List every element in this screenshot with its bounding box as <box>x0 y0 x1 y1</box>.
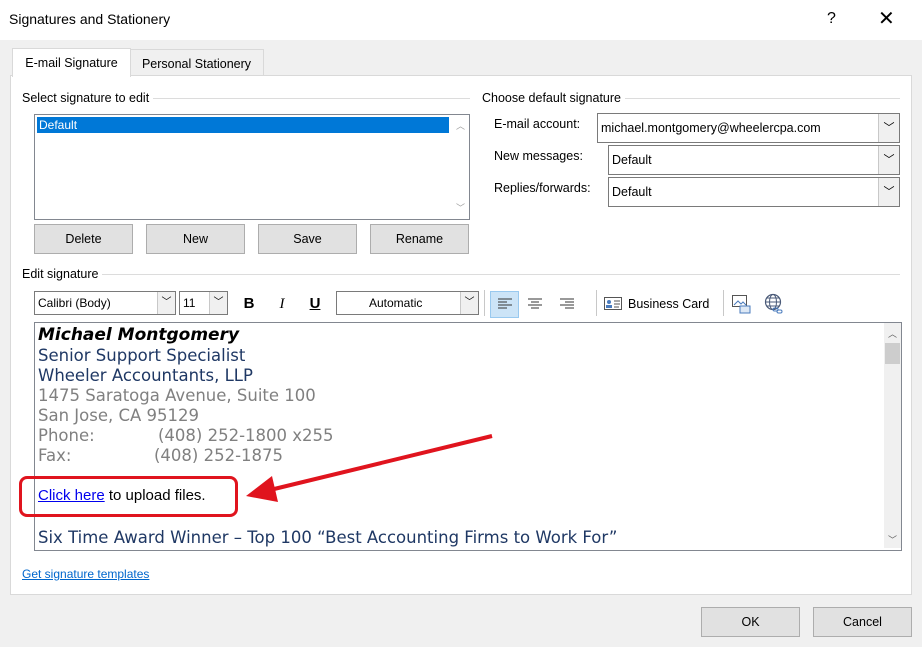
signature-company: Wheeler Accountants, LLP <box>38 366 253 385</box>
align-right-button[interactable] <box>554 292 580 316</box>
signature-title: Senior Support Specialist <box>38 346 246 365</box>
toolbar-separator <box>484 290 485 316</box>
signature-name: Michael Montgomery <box>38 325 240 345</box>
italic-button[interactable]: I <box>269 292 295 316</box>
window-title: Signatures and Stationery <box>9 11 171 27</box>
rename-button[interactable]: Rename <box>370 224 469 254</box>
toolbar-separator <box>723 290 724 316</box>
insert-picture-icon <box>732 295 751 314</box>
tab-personal-stationery-label: Personal Stationery <box>141 57 252 71</box>
divider <box>22 274 900 275</box>
save-button[interactable]: Save <box>258 224 357 254</box>
tab-email-signature-label: E-mail Signature <box>25 56 118 70</box>
font-size-value: 11 <box>183 296 196 310</box>
signature-list[interactable]: Default ︿ ﹀ <box>34 114 470 220</box>
new-messages-label: New messages: <box>494 149 583 163</box>
delete-button[interactable]: Delete <box>34 224 133 254</box>
signature-phone-label: Phone: <box>38 426 95 445</box>
ok-button[interactable]: OK <box>701 607 800 637</box>
annotation-highlight-box <box>19 476 238 517</box>
font-size-select[interactable]: 11 ﹀ <box>179 291 228 315</box>
editor-scrollbar[interactable]: ︿ ﹀ <box>884 323 901 548</box>
scroll-down-icon[interactable]: ﹀ <box>888 533 897 546</box>
tab-personal-stationery[interactable]: Personal Stationery <box>129 49 264 76</box>
toolbar-separator <box>596 290 597 316</box>
scroll-up-icon[interactable]: ︿ <box>456 119 465 132</box>
email-account-select[interactable]: michael.montgomery@wheelercpa.com ﹀ <box>597 113 900 143</box>
scroll-up-icon[interactable]: ︿ <box>888 327 897 340</box>
signature-award: Six Time Award Winner – Top 100 “Best Ac… <box>38 528 618 547</box>
tab-email-signature[interactable]: E-mail Signature <box>12 48 131 77</box>
chevron-down-icon[interactable]: ﹀ <box>878 178 899 206</box>
replies-forwards-value: Default <box>612 185 652 199</box>
select-signature-label: Select signature to edit <box>22 91 154 105</box>
new-messages-select[interactable]: Default ﹀ <box>608 145 900 175</box>
chevron-down-icon[interactable]: ﹀ <box>878 114 899 142</box>
align-center-icon <box>528 298 542 309</box>
list-item[interactable]: Default <box>37 117 449 133</box>
chevron-down-icon[interactable]: ﹀ <box>209 292 227 314</box>
signature-fax-label: Fax: <box>38 446 72 465</box>
scroll-thumb[interactable] <box>885 343 900 364</box>
underline-button[interactable]: U <box>302 292 328 316</box>
font-select[interactable]: Calibri (Body) ﹀ <box>34 291 176 315</box>
edit-signature-label: Edit signature <box>22 267 103 281</box>
color-select[interactable]: Automatic ﹀ <box>336 291 479 315</box>
chevron-down-icon[interactable]: ﹀ <box>878 146 899 174</box>
chevron-down-icon[interactable]: ﹀ <box>157 292 175 314</box>
replies-forwards-select[interactable]: Default ﹀ <box>608 177 900 207</box>
business-card-icon <box>604 297 622 310</box>
font-value: Calibri (Body) <box>38 296 111 310</box>
align-right-icon <box>560 298 574 309</box>
bold-button[interactable]: B <box>236 292 262 316</box>
replies-forwards-label: Replies/forwards: <box>494 181 591 195</box>
cancel-button[interactable]: Cancel <box>813 607 912 637</box>
hyperlink-icon <box>764 293 783 314</box>
email-account-value: michael.montgomery@wheelercpa.com <box>601 121 821 135</box>
chevron-down-icon[interactable]: ﹀ <box>460 292 478 314</box>
align-center-button[interactable] <box>522 292 548 316</box>
annotation-arrow-icon <box>246 434 493 502</box>
close-button[interactable]: ✕ <box>878 6 895 31</box>
align-left-button[interactable] <box>490 291 519 318</box>
hyperlink-button[interactable] <box>764 293 784 315</box>
choose-default-label: Choose default signature <box>482 91 625 105</box>
scroll-down-icon[interactable]: ﹀ <box>456 201 465 214</box>
color-value: Automatic <box>369 296 423 310</box>
business-card-label: Business Card <box>628 297 710 311</box>
signature-address2: San Jose, CA 95129 <box>38 406 200 425</box>
get-signature-templates-link[interactable]: Get signature templates <box>22 567 149 581</box>
new-messages-value: Default <box>612 153 652 167</box>
list-scrollbar[interactable]: ︿ ﹀ <box>452 115 469 217</box>
signature-address1: 1475 Saratoga Avenue, Suite 100 <box>38 386 316 405</box>
title-bar: Signatures and Stationery ? ✕ <box>0 0 922 40</box>
align-left-icon <box>497 298 512 309</box>
email-account-label: E-mail account: <box>494 117 581 131</box>
help-button[interactable]: ? <box>827 10 836 28</box>
new-button[interactable]: New <box>146 224 245 254</box>
insert-picture-button[interactable] <box>731 294 751 314</box>
